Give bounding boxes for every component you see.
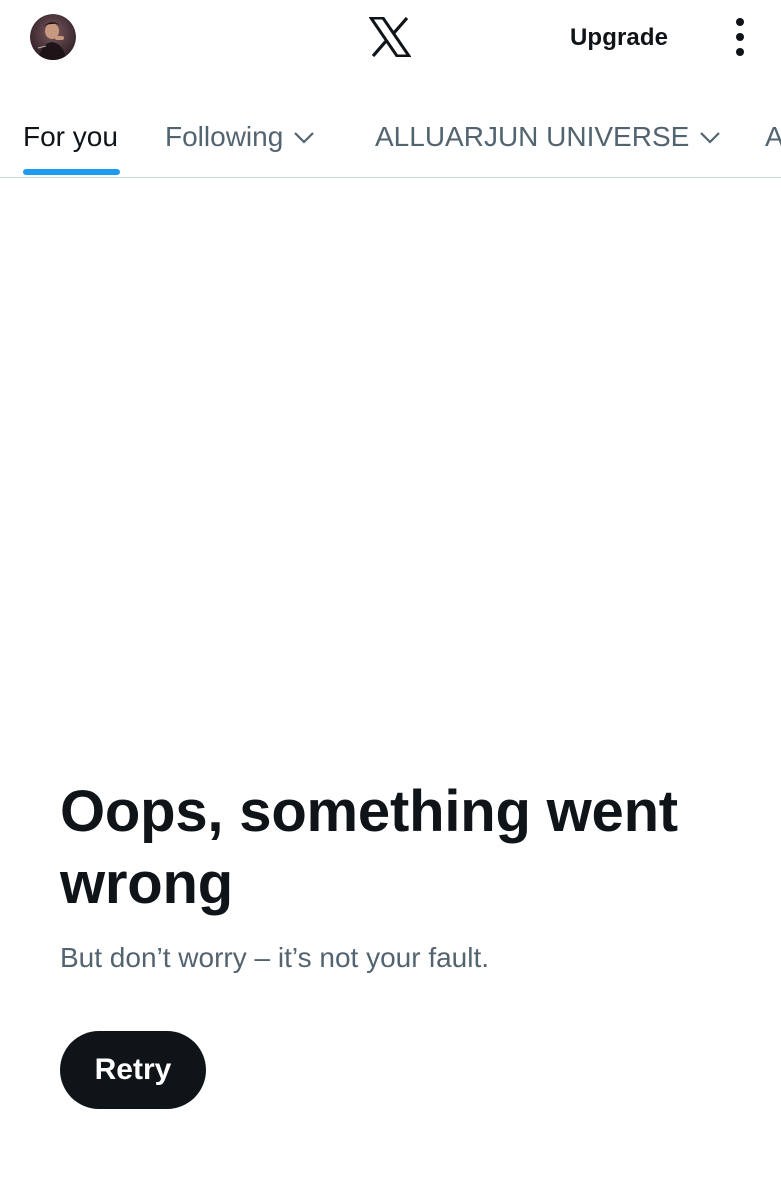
app-window: Upgrade For you Following ALLUARJUN UNIV… — [0, 0, 781, 1200]
timeline-tabs: For you Following ALLUARJUN UNIVERSE A — [0, 96, 781, 178]
active-tab-indicator — [23, 169, 120, 175]
error-message-block: Oops, something went wrong But don’t wor… — [60, 776, 740, 978]
tab-for-you[interactable]: For you — [23, 96, 118, 177]
avatar[interactable] — [30, 14, 76, 60]
chevron-down-icon[interactable] — [293, 126, 315, 148]
x-logo-icon[interactable] — [368, 16, 412, 58]
error-title: Oops, something went wrong — [60, 779, 678, 916]
more-vertical-icon[interactable] — [724, 16, 756, 58]
error-subtitle: But don’t worry – it’s not your fault. — [60, 942, 490, 973]
tab-label: ALLUARJUN UNIVERSE — [375, 120, 690, 152]
tab-label: For you — [23, 120, 118, 152]
tab-label: A — [765, 120, 781, 152]
chevron-down-icon[interactable] — [699, 126, 721, 148]
top-bar: Upgrade — [0, 0, 781, 80]
tab-alluarjun-universe[interactable]: ALLUARJUN UNIVERSE — [375, 96, 721, 177]
tab-following[interactable]: Following — [165, 96, 315, 177]
tab-overflow[interactable]: A — [765, 96, 781, 177]
retry-button[interactable]: Retry — [60, 1031, 206, 1109]
tab-label: Following — [165, 120, 284, 152]
profile-avatar-icon — [30, 14, 76, 60]
upgrade-button[interactable]: Upgrade — [570, 20, 668, 56]
